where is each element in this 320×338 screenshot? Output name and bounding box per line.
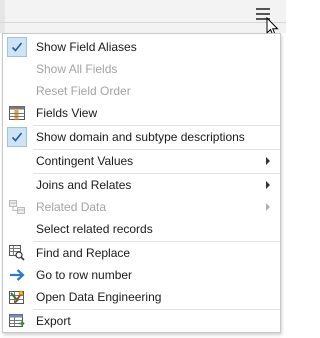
submenu-arrow-icon: [266, 157, 270, 165]
menu-item-label: Show Field Aliases: [36, 40, 137, 54]
menu-item-label: Related Data: [36, 200, 107, 214]
toolbar-left-strip: [0, 0, 5, 33]
menu-item-label: Fields View: [36, 106, 98, 120]
menu-item-label: Contingent Values: [36, 154, 134, 168]
menu-item-show-all-fields: Show All Fields: [3, 58, 280, 80]
menu-item-go-to-row-number[interactable]: Go to row number: [3, 264, 280, 286]
menu-item-label: Find and Replace: [36, 246, 131, 260]
check-icon: [7, 127, 27, 147]
menu-item-show-domain-descriptions[interactable]: Show domain and subtype descriptions: [3, 126, 280, 148]
export-icon: [9, 314, 25, 327]
submenu-arrow-icon: [266, 181, 270, 189]
menu-item-reset-field-order: Reset Field Order: [3, 80, 280, 102]
menu-item-label: Export: [36, 314, 71, 328]
menu-item-label: Select related records: [36, 222, 153, 236]
menu-item-export[interactable]: Export: [3, 310, 280, 332]
table-options-menu: Show Field Aliases Show All Fields Reset…: [2, 33, 281, 333]
menu-item-related-data: Related Data: [3, 196, 280, 218]
fields-view-icon: [9, 106, 25, 120]
menu-item-find-and-replace[interactable]: Find and Replace: [3, 242, 280, 264]
menu-item-contingent-values[interactable]: Contingent Values: [3, 150, 280, 172]
menu-item-label: Show All Fields: [36, 62, 118, 76]
menu-item-label: Open Data Engineering: [36, 290, 162, 304]
check-icon: [7, 37, 27, 57]
menu-item-joins-and-relates[interactable]: Joins and Relates: [3, 174, 280, 196]
menu-item-select-related-records[interactable]: Select related records: [3, 218, 280, 240]
menu-item-label: Show domain and subtype descriptions: [36, 130, 245, 144]
go-to-row-icon: [10, 269, 25, 281]
related-data-icon: [9, 200, 25, 214]
menu-item-label: Go to row number: [36, 268, 133, 282]
table-toolbar: [0, 0, 286, 37]
menu-item-label: Reset Field Order: [36, 84, 131, 98]
menu-item-open-data-engineering[interactable]: Open Data Engineering: [3, 286, 280, 308]
menu-item-show-field-aliases[interactable]: Show Field Aliases: [3, 36, 280, 58]
toolbar-divider: [0, 22, 286, 23]
submenu-arrow-icon: [266, 203, 270, 211]
menu-item-fields-view[interactable]: Fields View: [3, 102, 280, 124]
find-replace-icon: [9, 245, 25, 261]
menu-item-label: Joins and Relates: [36, 178, 132, 192]
data-engineering-icon: [9, 290, 24, 304]
